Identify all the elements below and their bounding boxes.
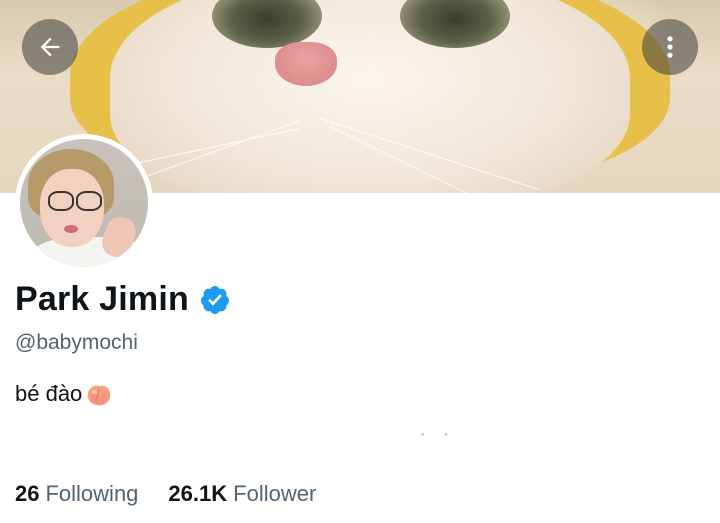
verified-badge-icon [200, 285, 229, 314]
follower-count: 26.1K [168, 481, 228, 506]
follower-label: Follower [233, 481, 317, 506]
faint-mark: ● [444, 432, 448, 438]
vertical-ellipsis-icon [667, 36, 673, 58]
avatar-glasses-right [76, 191, 102, 211]
arrow-left-icon [40, 37, 60, 57]
profile-bio: bé đào [15, 379, 114, 409]
following-label: Following [45, 481, 139, 506]
bio-text: bé đào [15, 381, 83, 406]
following-link[interactable]: 26 Following [15, 481, 138, 507]
faint-mark: ● [421, 432, 425, 438]
avatar[interactable] [15, 134, 153, 272]
more-options-button[interactable] [642, 19, 698, 75]
avatar-lips [64, 225, 78, 233]
following-count: 26 [15, 481, 40, 506]
avatar-photo [20, 139, 148, 267]
display-name: Park Jimin [15, 280, 189, 318]
back-button[interactable] [22, 19, 78, 75]
follow-stats: 26 Following 26.1K Follower [15, 481, 346, 507]
avatar-glasses-left [48, 191, 74, 211]
follower-link[interactable]: 26.1K Follower [168, 481, 316, 507]
banner-cat-nose [275, 42, 337, 86]
banner-cat-face [110, 0, 630, 193]
peach-emoji-icon [88, 385, 111, 406]
profile-name-row: Park Jimin [15, 280, 231, 319]
user-handle: @babymochi [15, 331, 138, 354]
